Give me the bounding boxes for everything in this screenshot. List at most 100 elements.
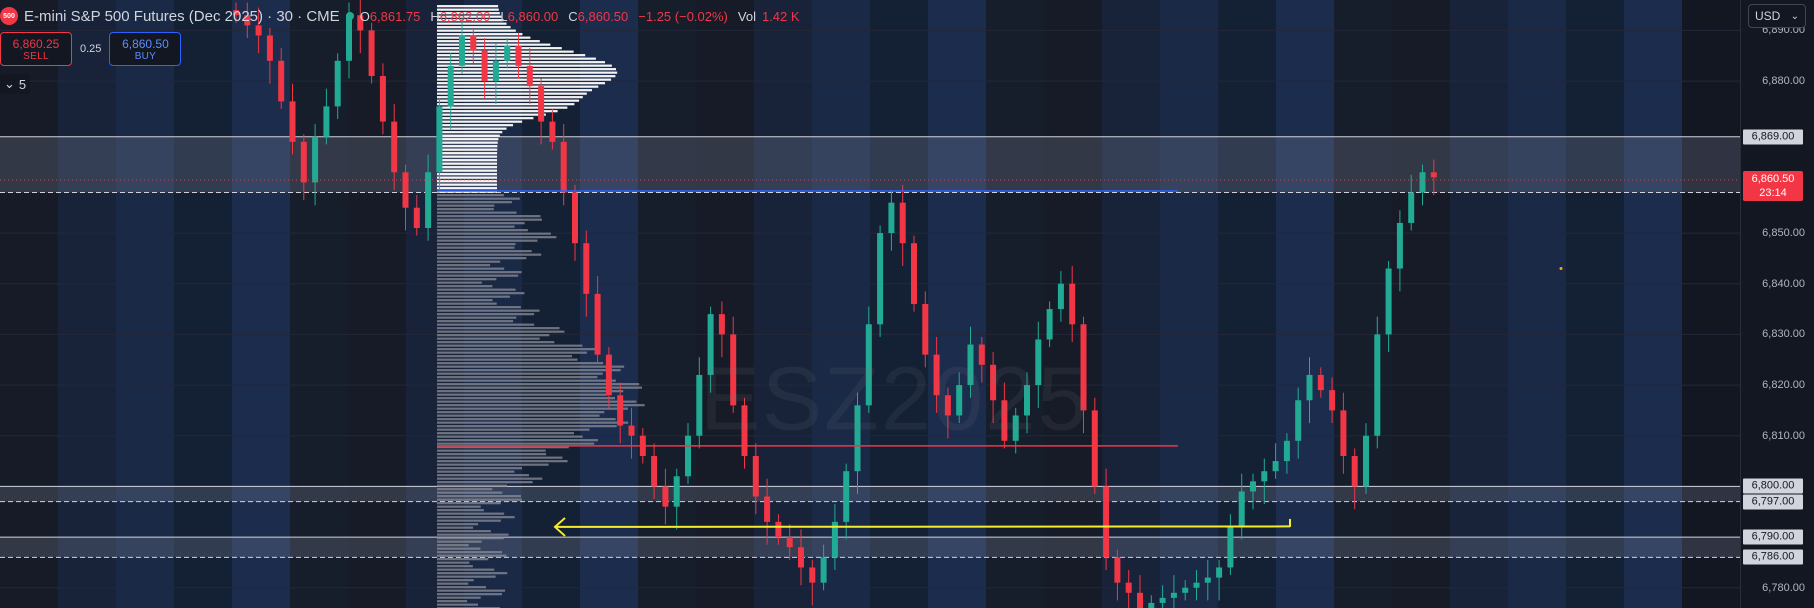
volume-profile-bar: [437, 85, 599, 88]
level-price-tag: 6,869.00: [1743, 129, 1803, 145]
volume-profile-bar: [437, 477, 543, 480]
ohlc-open-value: 6,861.75: [369, 8, 421, 24]
volume-profile-bar: [437, 299, 493, 302]
volume-profile-bar: [437, 537, 504, 540]
volume-profile-bar: [437, 292, 525, 295]
candle-body: [843, 471, 850, 522]
volume-profile-bar: [437, 106, 568, 109]
candle-body: [673, 476, 680, 507]
candle-body: [1272, 461, 1279, 472]
volume-profile-bar: [437, 201, 512, 204]
candle-body: [334, 60, 341, 107]
candle-body: [379, 76, 386, 122]
candle-body: [538, 86, 545, 122]
candle-body: [1159, 597, 1166, 603]
candle-body: [368, 30, 375, 76]
price-chart[interactable]: [0, 0, 1740, 608]
sell-price: 6,860.25: [12, 36, 60, 51]
volume-profile-bar: [437, 425, 617, 428]
volume-profile-bar: [437, 498, 522, 501]
candle-body: [289, 101, 296, 142]
volume-profile-bar: [437, 414, 600, 417]
volume-profile-bar: [437, 351, 587, 354]
candle-body: [459, 35, 465, 66]
candle-body: [560, 141, 567, 193]
session-band: [696, 0, 754, 608]
volume-profile-bar: [437, 561, 470, 564]
candle-body: [1419, 172, 1426, 193]
volume-label: Vol: [737, 8, 756, 24]
session-band: [1392, 0, 1450, 608]
current-price-value: 6,860.50: [1751, 172, 1795, 185]
candle-body: [967, 344, 974, 386]
buy-label: BUY: [134, 50, 157, 62]
level-price-tag: 6,790.00: [1743, 529, 1803, 545]
volume-profile-bar: [437, 120, 523, 123]
currency-select[interactable]: USD ⌄: [1748, 4, 1806, 28]
candle-body: [978, 344, 985, 365]
price-tick-label: 6,840.00: [1762, 277, 1805, 290]
chart-area[interactable]: ESZ2025: [0, 0, 1740, 608]
currency-value: USD: [1755, 9, 1781, 23]
volume-profile-bar: [437, 533, 509, 536]
candle-body: [798, 547, 804, 568]
volume-profile-bar: [437, 467, 523, 470]
volume-profile-bar: [437, 376, 598, 379]
level-price-tag: 6,800.00: [1743, 478, 1803, 494]
volume-profile-bar: [437, 582, 469, 585]
volume-profile-bar: [437, 453, 547, 456]
candle-body: [685, 435, 691, 477]
volume-profile-bar: [437, 600, 468, 603]
symbol-title[interactable]: E-mini S&P 500 Futures (Dec 2025) · 30 ·…: [24, 8, 340, 25]
price-tick-label: 6,810.00: [1762, 429, 1805, 442]
volume-profile-bar: [437, 278, 497, 281]
candle-body: [1385, 268, 1392, 335]
volume-profile-bar: [437, 274, 519, 277]
session-band: [1508, 0, 1566, 608]
candle-body: [583, 243, 590, 294]
volume-profile-bar: [437, 239, 538, 242]
volume-profile-bar: [437, 229, 528, 232]
candle-body: [775, 521, 782, 538]
candle-body: [1137, 592, 1143, 608]
volume-profile-bar: [437, 365, 625, 368]
volume-profile-bar: [437, 488, 493, 491]
volume-profile-bar: [437, 208, 494, 211]
candle-body: [786, 537, 793, 548]
volume-profile-bar: [437, 250, 532, 253]
volume-profile-bar: [437, 43, 551, 46]
volume-profile-bar: [437, 218, 542, 221]
session-band: [1450, 0, 1508, 608]
candle-body: [1103, 486, 1110, 558]
chevron-down-icon: ⌄: [4, 76, 15, 91]
volume-profile-bar: [437, 435, 583, 438]
candle-body: [492, 60, 499, 82]
volume-profile-bar: [437, 138, 499, 141]
ohlc-low-label: L: [500, 8, 508, 24]
candle-body: [572, 192, 578, 244]
candle-body: [266, 35, 273, 61]
volume-profile-bar: [437, 33, 523, 36]
candle-body: [1227, 526, 1234, 568]
candle-body: [888, 202, 895, 234]
volume-profile-bar: [437, 596, 481, 599]
buy-button[interactable]: 6,860.50 BUY: [109, 32, 182, 66]
candle-body: [1216, 567, 1223, 578]
volume-profile-bar: [437, 169, 498, 172]
volume-profile-bar: [437, 327, 560, 330]
indicators-toggle[interactable]: ⌄ 5: [0, 74, 31, 94]
volume-profile-bar: [437, 505, 481, 508]
volume-profile-bar: [437, 502, 501, 505]
price-axis[interactable]: 6,890.00 6,880.00 6,850.00 6,840.00 6,830.00…: [1740, 0, 1814, 608]
volume-profile-bar: [437, 565, 473, 568]
volume-profile-bar: [437, 281, 482, 284]
sell-button[interactable]: 6,860.25 SELL: [0, 32, 72, 66]
candle-body: [515, 45, 522, 66]
volume-profile-bar: [437, 460, 568, 463]
candle-body: [1125, 582, 1132, 593]
session-band: [116, 0, 174, 608]
candle-body: [1317, 374, 1324, 391]
candle-body: [752, 456, 759, 497]
volume-profile-bar: [437, 348, 597, 351]
volume-profile-bar: [437, 82, 606, 85]
